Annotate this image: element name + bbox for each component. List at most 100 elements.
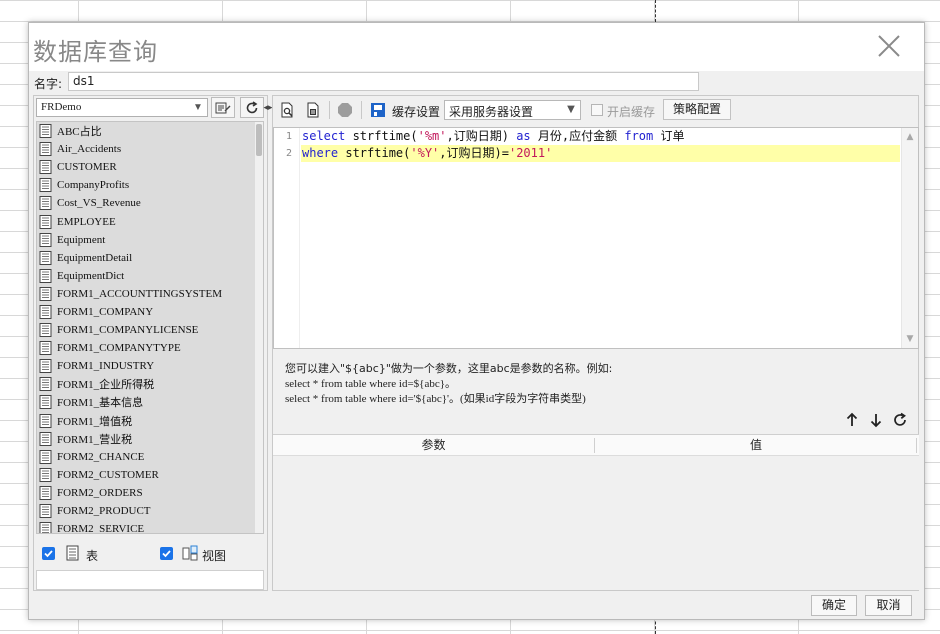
show-views-label: 视图 xyxy=(202,549,227,563)
table-name: FORM1_COMPANYTYPE xyxy=(57,342,181,355)
enable-cache-checkbox[interactable] xyxy=(591,104,603,116)
parameter-tools xyxy=(842,411,912,429)
edit-connection-icon xyxy=(215,102,231,113)
show-tables-checkbox[interactable] xyxy=(42,547,55,560)
table-list-item[interactable]: FORM2_SERVICE xyxy=(37,520,263,533)
refresh-icon[interactable] xyxy=(892,411,908,429)
table-list-item[interactable]: EquipmentDict xyxy=(37,267,263,285)
datasource-select[interactable]: FRDemo ▼ xyxy=(36,98,208,117)
hint-line: 您可以建入"${abc}"做为一个参数，这里abc是参数的名称。例如: xyxy=(285,362,613,375)
table-name: EMPLOYEE xyxy=(57,215,116,228)
table-list-item[interactable]: FORM1_COMPANYTYPE xyxy=(37,339,263,357)
hint-example: select * from table where id='${abc}'。(如… xyxy=(285,393,586,405)
collapse-arrows-icon[interactable]: ◂▸ xyxy=(263,97,272,118)
table-name: ABC占比 xyxy=(57,126,102,139)
sql-text: 订单 xyxy=(653,129,685,143)
scroll-down-icon[interactable]: ▼ xyxy=(902,331,918,347)
table-list-item[interactable]: FORM1_企业所得税 xyxy=(37,375,263,393)
table-list-item[interactable]: FORM2_PRODUCT xyxy=(37,502,263,520)
table-list-item[interactable]: Equipment xyxy=(37,231,263,249)
sql-text: ,订购日期) xyxy=(446,129,517,143)
table-name: FORM1_ACCOUNTTINGSYSTEM xyxy=(57,287,223,300)
line-number: 1 xyxy=(285,131,292,142)
table-list-item[interactable]: EquipmentDetail xyxy=(37,249,263,267)
sql-file-icon[interactable] xyxy=(305,102,321,118)
edit-datasource-button[interactable] xyxy=(211,97,235,118)
column-header-parameter[interactable]: 参数 xyxy=(273,435,594,456)
toolbar-separator xyxy=(361,101,362,119)
close-icon[interactable] xyxy=(876,33,902,59)
sql-keyword: select xyxy=(302,129,346,143)
table-list-item[interactable]: FORM1_ACCOUNTTINGSYSTEM xyxy=(37,285,263,303)
table-list-item[interactable]: Air_Accidents xyxy=(37,140,263,158)
refresh-tables-button[interactable] xyxy=(240,97,264,118)
table-search-input[interactable] xyxy=(36,570,264,590)
table-icon xyxy=(39,124,52,139)
table-icon xyxy=(39,323,52,338)
scrollbar-thumb[interactable] xyxy=(256,124,262,156)
dialog-titlebar: 数据库查询 xyxy=(29,23,924,71)
table-name: FORM2_ORDERS xyxy=(57,486,143,499)
table-list-item[interactable]: FORM1_基本信息 xyxy=(37,393,263,411)
column-header-value[interactable]: 值 xyxy=(595,435,917,456)
policy-config-button[interactable]: 策略配置 xyxy=(663,99,731,120)
table-icon xyxy=(39,214,52,229)
page-break-line-top xyxy=(655,0,656,22)
show-views-checkbox[interactable] xyxy=(160,547,173,560)
datasource-select-value: FRDemo xyxy=(41,101,82,113)
table-icon xyxy=(39,178,52,193)
table-name: FORM1_企业所得税 xyxy=(57,379,155,392)
refresh-icon xyxy=(246,100,258,113)
arrow-up-icon[interactable] xyxy=(844,411,860,429)
table-list-item[interactable]: FORM2_ORDERS xyxy=(37,484,263,502)
chevron-down-icon: ▼ xyxy=(567,104,575,115)
table-icon xyxy=(39,449,52,464)
table-list-item[interactable]: ABC占比 xyxy=(37,122,263,140)
table-icon xyxy=(39,413,52,428)
editor-scrollbar[interactable]: ▲ ▼ xyxy=(901,128,918,348)
table-icon xyxy=(39,359,52,374)
table-name: FORM1_基本信息 xyxy=(57,397,144,410)
ok-button[interactable]: 确定 xyxy=(811,595,857,616)
table-list-item[interactable]: EMPLOYEE xyxy=(37,212,263,230)
sql-keyword: as xyxy=(516,129,531,143)
code-line-2[interactable]: where strftime('%Y',订购日期)='2011' xyxy=(301,145,900,162)
table-list-item[interactable]: FORM1_INDUSTRY xyxy=(37,357,263,375)
parameter-table: 参数 值 xyxy=(273,434,919,590)
scroll-up-icon[interactable]: ▲ xyxy=(902,129,918,145)
stop-icon[interactable] xyxy=(337,102,353,118)
table-name: EquipmentDetail xyxy=(57,251,133,264)
table-name: EquipmentDict xyxy=(57,269,125,282)
toolbar-separator xyxy=(329,101,330,119)
sql-editor[interactable]: 1 2 select strftime('%m',订购日期) as 月份,应付金… xyxy=(273,127,919,349)
table-list-item[interactable]: FORM1_COMPANY xyxy=(37,303,263,321)
table-icon xyxy=(39,395,52,410)
arrow-down-icon[interactable] xyxy=(868,411,884,429)
cache-mode-select[interactable]: 采用服务器设置 ▼ xyxy=(444,100,581,120)
table-icon xyxy=(39,268,52,283)
table-icon xyxy=(39,377,52,392)
code-line-1[interactable]: select strftime('%m',订购日期) as 月份,应付金额 fr… xyxy=(301,128,900,145)
table-name: Cost_VS_Revenue xyxy=(57,197,141,210)
view-icon xyxy=(182,545,198,561)
table-list-item[interactable]: FORM1_增值税 xyxy=(37,412,263,430)
preview-icon[interactable] xyxy=(279,102,295,118)
sql-string: '%m' xyxy=(417,129,447,143)
sql-text: ,订购日期)= xyxy=(439,146,509,160)
parameter-hint: 您可以建入"${abc}"做为一个参数，这里abc是参数的名称。例如: sele… xyxy=(285,361,908,408)
sql-keyword: where xyxy=(302,146,339,160)
table-list-item[interactable]: CompanyProfits xyxy=(37,176,263,194)
table-list-item[interactable]: FORM1_COMPANYLICENSE xyxy=(37,321,263,339)
table-list-item[interactable]: FORM1_营业税 xyxy=(37,430,263,448)
table-icon xyxy=(39,196,52,211)
sql-text: strftime( xyxy=(338,146,411,160)
table-list-item[interactable]: FORM2_CUSTOMER xyxy=(37,466,263,484)
table-list-item[interactable]: CUSTOMER xyxy=(37,158,263,176)
cancel-button[interactable]: 取消 xyxy=(865,595,912,616)
table-list-item[interactable]: Cost_VS_Revenue xyxy=(37,194,263,212)
table-list-scrollbar[interactable] xyxy=(255,122,263,533)
name-input[interactable]: ds1 xyxy=(68,72,699,91)
table-list-item[interactable]: FORM2_CHANCE xyxy=(37,448,263,466)
query-pane: 缓存设置 采用服务器设置 ▼ 开启缓存 策略配置 1 2 select strf… xyxy=(272,95,919,591)
enable-cache-label: 开启缓存 xyxy=(607,105,656,119)
